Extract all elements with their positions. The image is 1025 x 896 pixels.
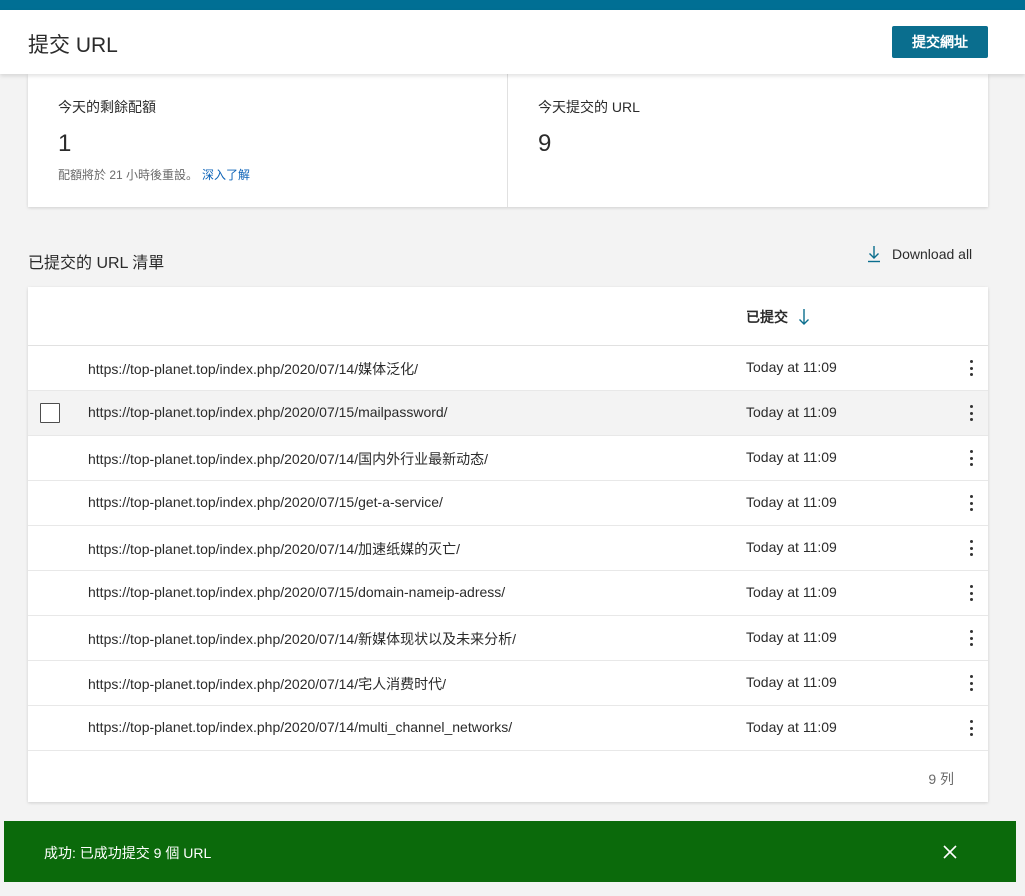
submitted-label: 今天提交的 URL (538, 99, 640, 115)
submitted-list-title: 已提交的 URL 清單 (28, 255, 165, 272)
top-accent-bar (0, 0, 1025, 10)
row-count: 9 列 (928, 771, 954, 787)
table-row[interactable]: https://top-planet.top/index.php/2020/07… (28, 481, 988, 526)
row-url: https://top-planet.top/index.php/2020/07… (88, 631, 516, 647)
download-icon (868, 246, 880, 263)
row-url: https://top-planet.top/index.php/2020/07… (88, 361, 418, 377)
table-row[interactable]: https://top-planet.top/index.php/2020/07… (28, 616, 988, 661)
table-row[interactable]: https://top-planet.top/index.php/2020/07… (28, 571, 988, 616)
row-submitted-time: Today at 11:09 (746, 539, 837, 555)
toast-message: 成功: 已成功提交 9 個 URL (44, 845, 212, 861)
table-row[interactable]: https://top-planet.top/index.php/2020/07… (28, 436, 988, 481)
submitted-value: 9 (538, 130, 552, 157)
row-submitted-time: Today at 11:09 (746, 494, 837, 510)
row-submitted-time: Today at 11:09 (746, 629, 837, 645)
success-toast: 成功: 已成功提交 9 個 URL (4, 821, 1016, 882)
more-options-icon[interactable] (964, 673, 978, 693)
close-icon[interactable] (942, 844, 958, 860)
stats-card: 今天的剩餘配額 1 配額將於 21 小時後重設。 深入了解 今天提交的 URL 9 (28, 74, 988, 207)
table-row[interactable]: https://top-planet.top/index.php/2020/07… (28, 706, 988, 751)
table-header: 已提交 (28, 287, 988, 346)
submitted-column-header[interactable]: 已提交 (746, 307, 810, 327)
quota-note: 配額將於 21 小時後重設。 深入了解 (58, 166, 250, 183)
more-options-icon[interactable] (964, 718, 978, 738)
row-submitted-time: Today at 11:09 (746, 719, 837, 735)
url-table: 已提交 https://top-planet.top/index.php/202… (28, 287, 988, 802)
row-submitted-time: Today at 11:09 (746, 404, 837, 420)
row-submitted-time: Today at 11:09 (746, 449, 837, 465)
page-title: 提交 URL (28, 34, 118, 57)
quota-value: 1 (58, 130, 72, 157)
row-checkbox[interactable] (40, 403, 60, 423)
download-all-label: Download all (892, 246, 973, 262)
more-options-icon[interactable] (964, 358, 978, 378)
table-row[interactable]: https://top-planet.top/index.php/2020/07… (28, 346, 988, 391)
more-options-icon[interactable] (964, 538, 978, 558)
row-url: https://top-planet.top/index.php/2020/07… (88, 451, 488, 467)
submitted-stat: 今天提交的 URL 9 (508, 74, 988, 207)
row-url: https://top-planet.top/index.php/2020/07… (88, 404, 448, 420)
row-submitted-time: Today at 11:09 (746, 359, 837, 375)
row-url: https://top-planet.top/index.php/2020/07… (88, 584, 506, 600)
table-row[interactable]: https://top-planet.top/index.php/2020/07… (28, 391, 988, 436)
submit-url-button[interactable]: 提交網址 (892, 26, 988, 58)
more-options-icon[interactable] (964, 448, 978, 468)
more-options-icon[interactable] (964, 628, 978, 648)
table-row[interactable]: https://top-planet.top/index.php/2020/07… (28, 526, 988, 571)
quota-label: 今天的剩餘配額 (58, 99, 156, 115)
download-all-button[interactable]: Download all (866, 244, 972, 264)
row-url: https://top-planet.top/index.php/2020/07… (88, 541, 460, 557)
learn-more-link[interactable]: 深入了解 (202, 168, 250, 182)
row-submitted-time: Today at 11:09 (746, 584, 837, 600)
more-options-icon[interactable] (964, 583, 978, 603)
more-options-icon[interactable] (964, 493, 978, 513)
more-options-icon[interactable] (964, 403, 978, 423)
quota-stat: 今天的剩餘配額 1 配額將於 21 小時後重設。 深入了解 (28, 74, 508, 207)
row-submitted-time: Today at 11:09 (746, 674, 837, 690)
quota-note-text: 配額將於 21 小時後重設。 (58, 168, 199, 182)
table-row[interactable]: https://top-planet.top/index.php/2020/07… (28, 661, 988, 706)
row-url: https://top-planet.top/index.php/2020/07… (88, 719, 513, 735)
page-header: 提交 URL 提交網址 (0, 10, 1025, 74)
submitted-column-label: 已提交 (746, 309, 788, 325)
row-url: https://top-planet.top/index.php/2020/07… (88, 676, 446, 692)
row-url: https://top-planet.top/index.php/2020/07… (88, 494, 443, 510)
sort-descending-icon (799, 309, 809, 325)
